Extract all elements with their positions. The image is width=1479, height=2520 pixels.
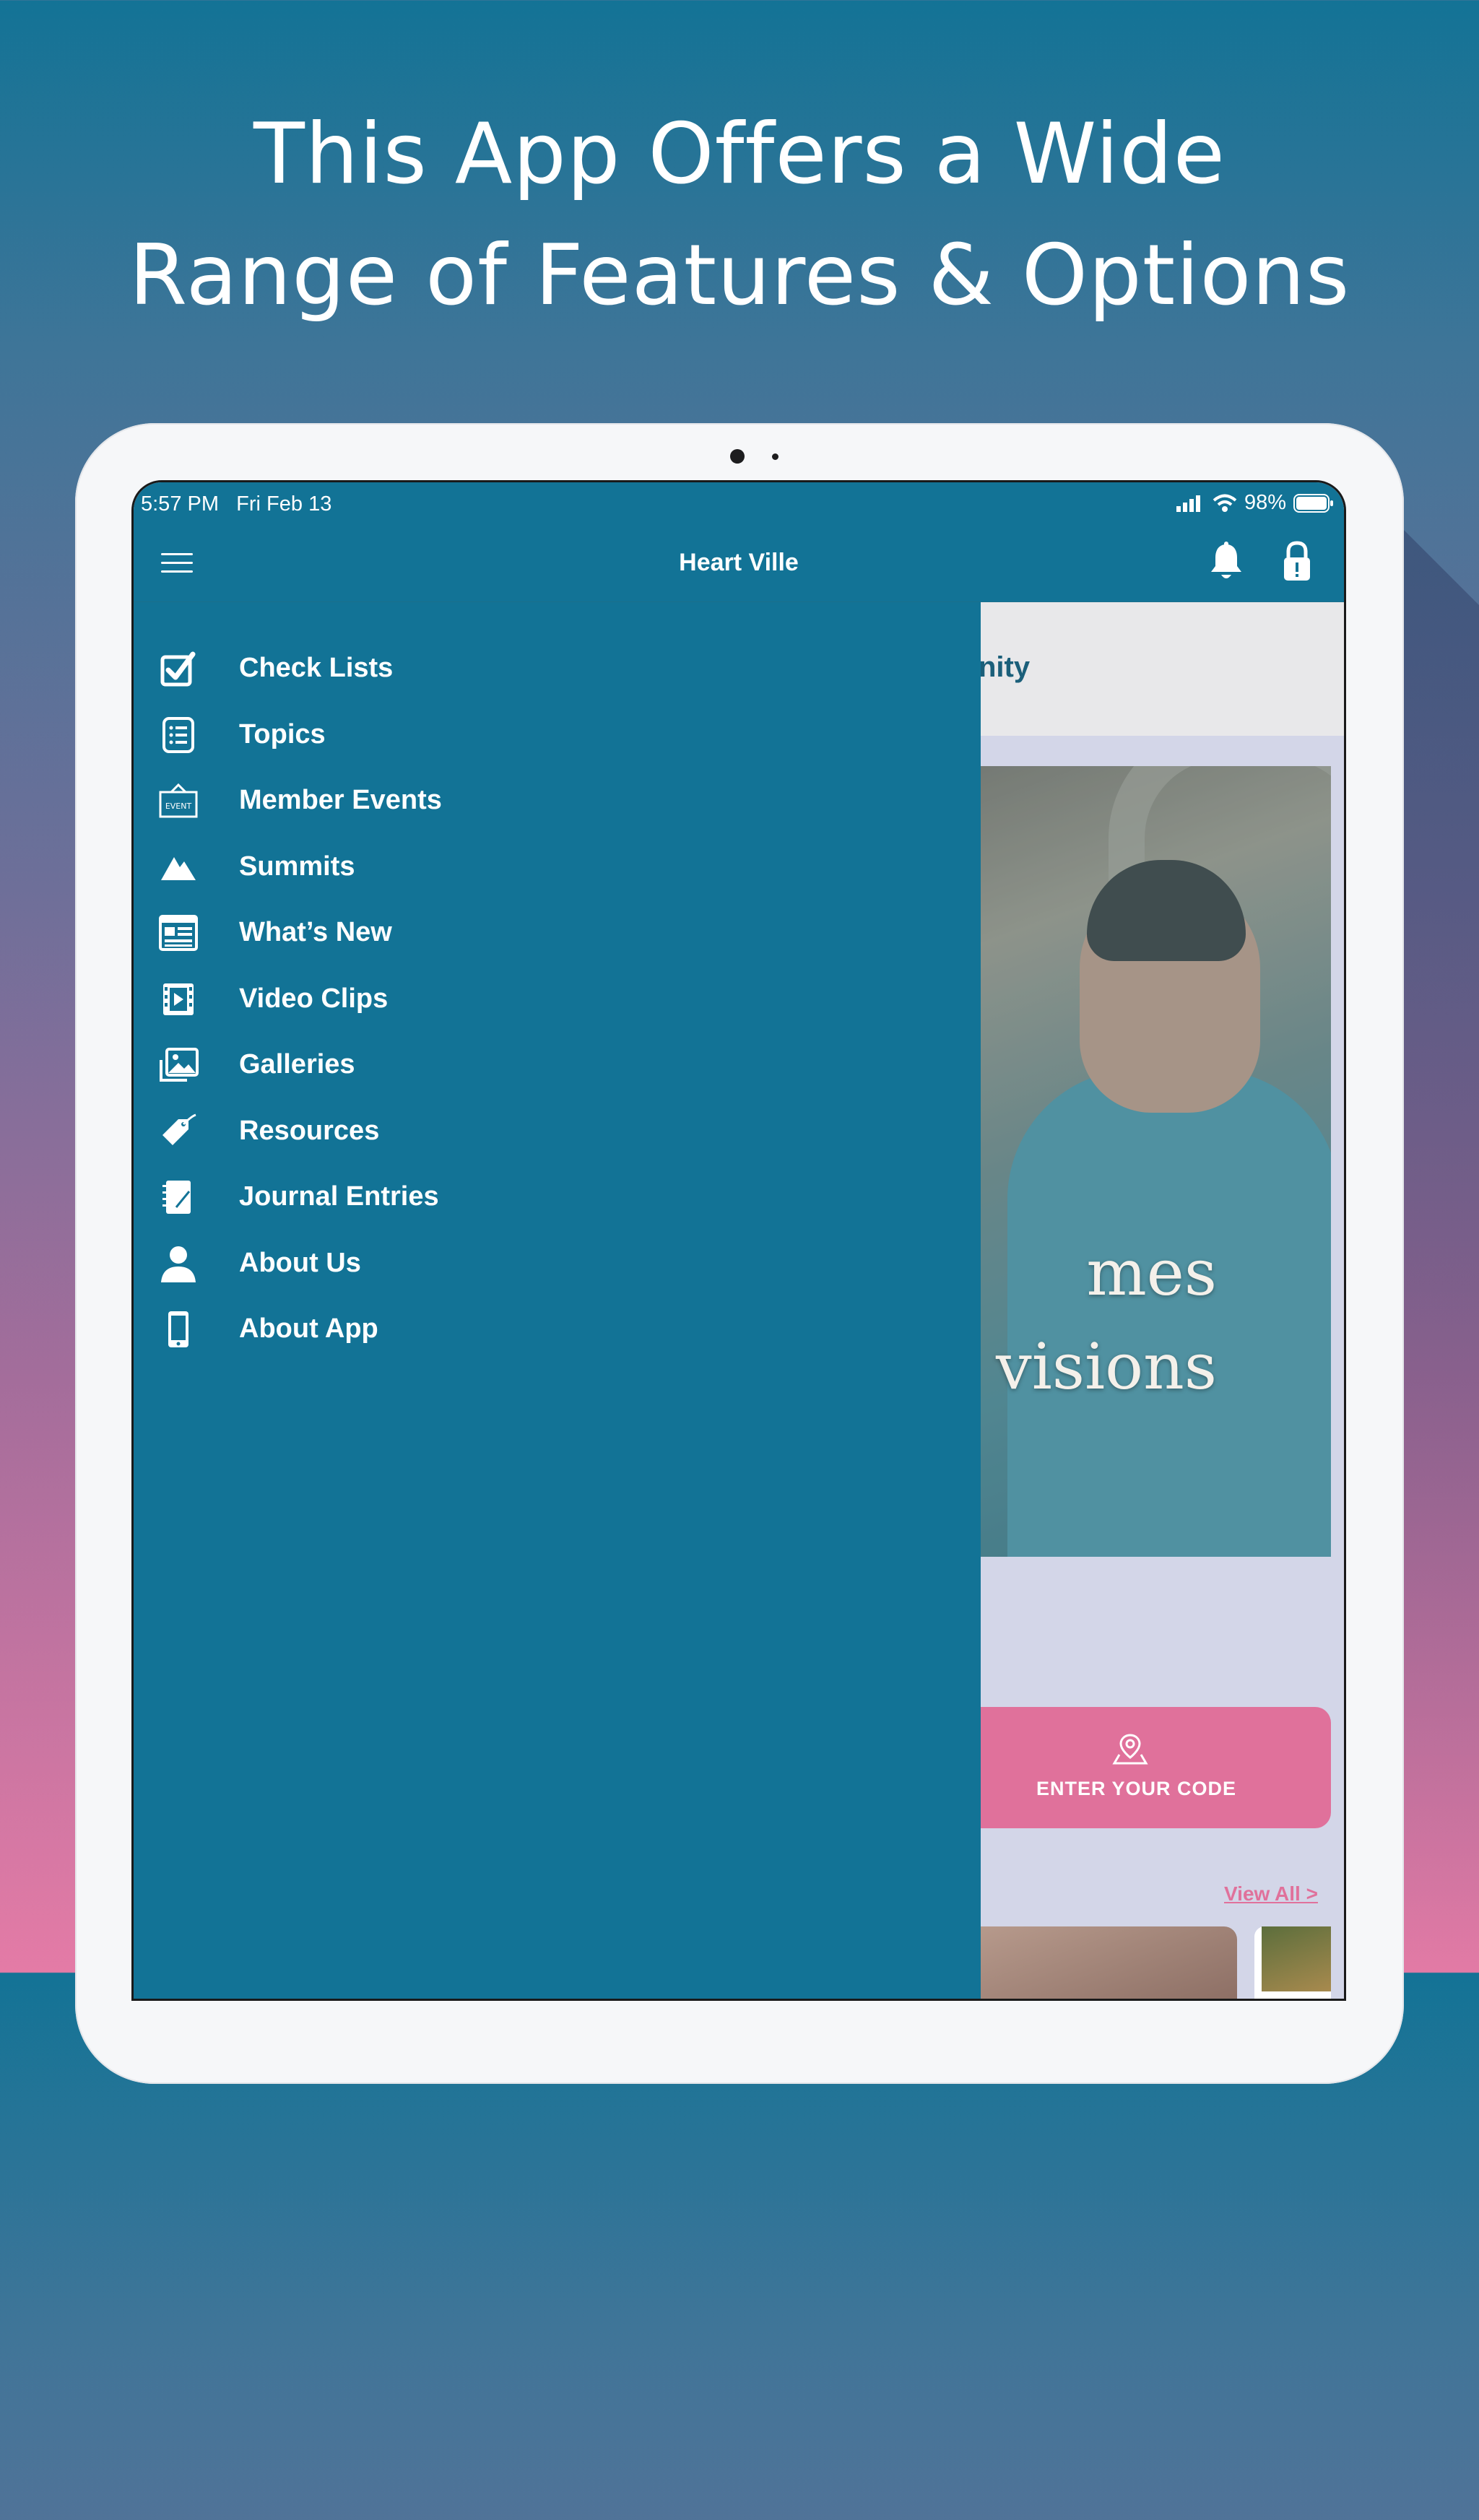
svg-text:EVENT: EVENT	[165, 801, 192, 811]
camera-sensor	[772, 453, 778, 460]
headline-line-1: This App Offers a Wide	[253, 105, 1226, 203]
person-icon	[158, 1245, 199, 1282]
menu-item-label: Check Lists	[239, 653, 394, 683]
checkbox-icon	[158, 650, 199, 687]
front-camera	[730, 449, 745, 464]
menu-item-video-clips[interactable]: Video Clips	[134, 973, 981, 1040]
tag-icon	[158, 1113, 199, 1150]
hero-tint	[964, 766, 1331, 1557]
enter-code-label: ENTER YOUR CODE	[1036, 1778, 1237, 1799]
menu-item-label: What’s New	[239, 917, 392, 947]
battery-icon	[1293, 493, 1333, 513]
images-icon	[158, 1046, 199, 1084]
phone-icon	[158, 1311, 199, 1348]
battery-percent: 98%	[1244, 491, 1286, 514]
headline-line-2: Range of Features & Options	[129, 227, 1350, 324]
menu-item-whats-new[interactable]: What’s New	[134, 907, 981, 973]
view-all-link[interactable]: View All >	[1224, 1882, 1318, 1906]
drawer-menu: Check Lists Topics EVENT Member Events S…	[134, 643, 981, 1370]
menu-item-label: About App	[239, 1313, 378, 1344]
menu-item-resources[interactable]: Resources	[134, 1105, 981, 1172]
status-time: 5:57 PM Fri Feb 13	[141, 492, 331, 516]
notebook-icon	[158, 1178, 199, 1216]
menu-item-check-lists[interactable]: Check Lists	[134, 643, 981, 709]
status-clock: 5:57 PM	[141, 492, 219, 516]
menu-item-member-events[interactable]: EVENT Member Events	[134, 775, 981, 841]
hero-text-line-1: mes	[1086, 1235, 1217, 1310]
status-date: Fri Feb 13	[236, 492, 332, 516]
lock-icon[interactable]	[1282, 540, 1312, 582]
event-sign-icon: EVENT	[158, 782, 199, 820]
menu-item-galleries[interactable]: Galleries	[134, 1039, 981, 1105]
map-pin-icon	[1112, 1734, 1148, 1765]
content-header-title: nity	[979, 651, 1031, 683]
side-drawer: Check Lists Topics EVENT Member Events S…	[134, 602, 981, 1999]
mountain-icon	[158, 848, 199, 886]
menu-item-label: Galleries	[239, 1049, 355, 1079]
menu-item-about-app[interactable]: About App	[134, 1303, 981, 1370]
menu-item-label: Member Events	[239, 785, 442, 815]
menu-item-label: Summits	[239, 851, 355, 882]
enter-code-button[interactable]: ENTER YOUR CODE	[928, 1707, 1331, 1828]
menu-item-label: Topics	[239, 718, 326, 750]
film-icon	[158, 981, 199, 1018]
menu-item-label: About Us	[239, 1247, 361, 1278]
app-bar: Heart Ville	[134, 526, 1344, 602]
menu-item-label: Video Clips	[239, 983, 389, 1014]
tablet-screen: 5:57 PM Fri Feb 13 98% Heart Ville nity …	[131, 480, 1346, 2001]
hero-image[interactable]: mes visions	[964, 766, 1331, 1557]
menu-item-summits[interactable]: Summits	[134, 841, 981, 908]
menu-item-about-us[interactable]: About Us	[134, 1238, 981, 1304]
card-thumbnail[interactable]	[1254, 1926, 1331, 1999]
hero-text-line-2: visions	[996, 1329, 1217, 1404]
list-icon	[158, 716, 199, 754]
bell-icon[interactable]	[1208, 542, 1244, 582]
menu-item-label: Journal Entries	[239, 1181, 439, 1212]
menu-item-journal-entries[interactable]: Journal Entries	[134, 1171, 981, 1238]
status-bar: 5:57 PM Fri Feb 13 98%	[134, 482, 1344, 526]
signal-icon	[1176, 495, 1200, 512]
newspaper-icon	[158, 914, 199, 952]
status-indicators: 98%	[1176, 491, 1334, 515]
marketing-headline: This App Offers a Wide Range of Features…	[0, 94, 1479, 336]
app-title: Heart Ville	[679, 549, 799, 576]
menu-item-label: Resources	[239, 1115, 380, 1146]
wifi-icon	[1213, 494, 1237, 512]
menu-item-topics[interactable]: Topics	[134, 709, 981, 775]
card-thumbnail[interactable]	[964, 1926, 1237, 1999]
